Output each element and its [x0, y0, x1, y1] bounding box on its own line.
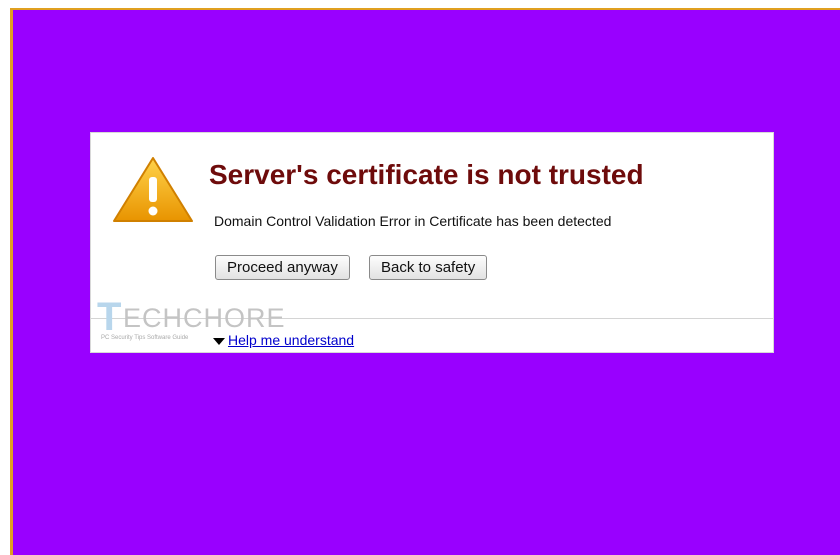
certificate-warning-dialog: Server's certificate is not trusted Doma…: [90, 132, 774, 353]
triangle-down-icon: [213, 337, 225, 345]
proceed-anyway-button[interactable]: Proceed anyway: [215, 255, 350, 280]
back-to-safety-button[interactable]: Back to safety: [369, 255, 488, 280]
watermark-text: ECHCHORE: [123, 303, 286, 333]
page-title: Server's certificate is not trusted: [209, 159, 644, 190]
help-me-understand-link[interactable]: Help me understand: [228, 332, 354, 348]
help-toggle[interactable]: Help me understand: [213, 332, 354, 348]
watermark-letter: T: [97, 295, 122, 339]
background-frame: Server's certificate is not trusted Doma…: [10, 8, 840, 555]
error-message: Domain Control Validation Error in Certi…: [214, 213, 612, 229]
warning-icon: [113, 157, 193, 222]
watermark-tagline: PC Security Tips Software Guide: [101, 335, 189, 341]
